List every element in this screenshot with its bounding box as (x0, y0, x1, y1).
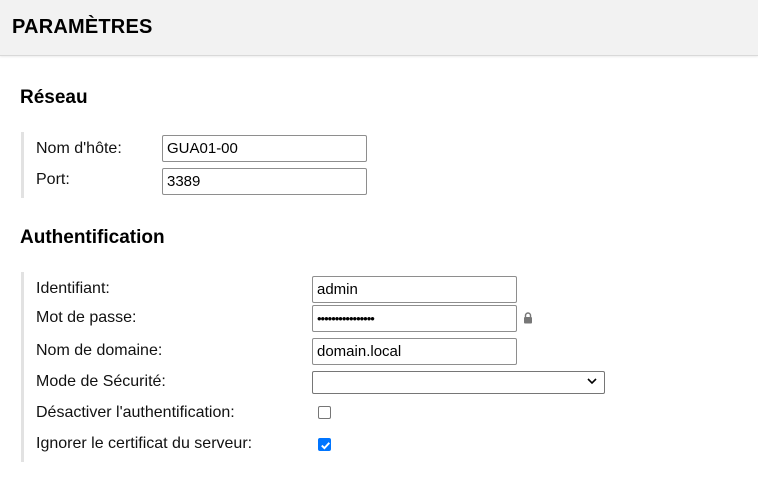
hostname-row: Nom d'hôte: (36, 135, 381, 168)
ignore-cert-label: Ignorer le certificat du serveur: (36, 435, 253, 452)
hostname-input[interactable] (162, 135, 367, 162)
domain-label: Nom de domaine: (36, 342, 163, 359)
security-mode-select[interactable] (312, 371, 605, 394)
page-title: PARAMÈTRES (12, 16, 153, 38)
port-input[interactable] (162, 168, 367, 195)
disable-auth-label: Désactiver l'authentification: (36, 404, 235, 421)
hostname-label: Nom d'hôte: (36, 140, 122, 157)
security-mode-row: Mode de Sécurité: (36, 371, 621, 404)
checkmark-icon (321, 442, 330, 450)
password-input[interactable] (312, 305, 517, 332)
ignore-cert-row: Ignorer le certificat du serveur: (36, 433, 621, 466)
username-label: Identifiant: (36, 280, 110, 297)
username-input[interactable] (312, 276, 517, 303)
domain-input[interactable] (312, 338, 517, 365)
port-row: Port: (36, 168, 381, 201)
ignore-cert-checkbox[interactable] (318, 438, 331, 451)
network-section: Nom d'hôte: Port: (21, 132, 381, 198)
lock-icon (524, 312, 532, 324)
disable-auth-checkbox[interactable] (318, 406, 331, 419)
password-label: Mot de passe: (36, 309, 137, 326)
port-label: Port: (36, 171, 70, 188)
page-header: PARAMÈTRES (0, 0, 758, 56)
password-row: Mot de passe: (36, 305, 621, 338)
network-section-title: Réseau (20, 87, 88, 108)
disable-auth-row: Désactiver l'authentification: (36, 402, 621, 435)
auth-section: Identifiant: Mot de passe: Nom de domain… (21, 272, 621, 462)
chevron-down-icon (587, 378, 597, 385)
security-mode-label: Mode de Sécurité: (36, 373, 166, 390)
auth-section-title: Authentification (20, 227, 165, 248)
domain-row: Nom de domaine: (36, 338, 621, 371)
